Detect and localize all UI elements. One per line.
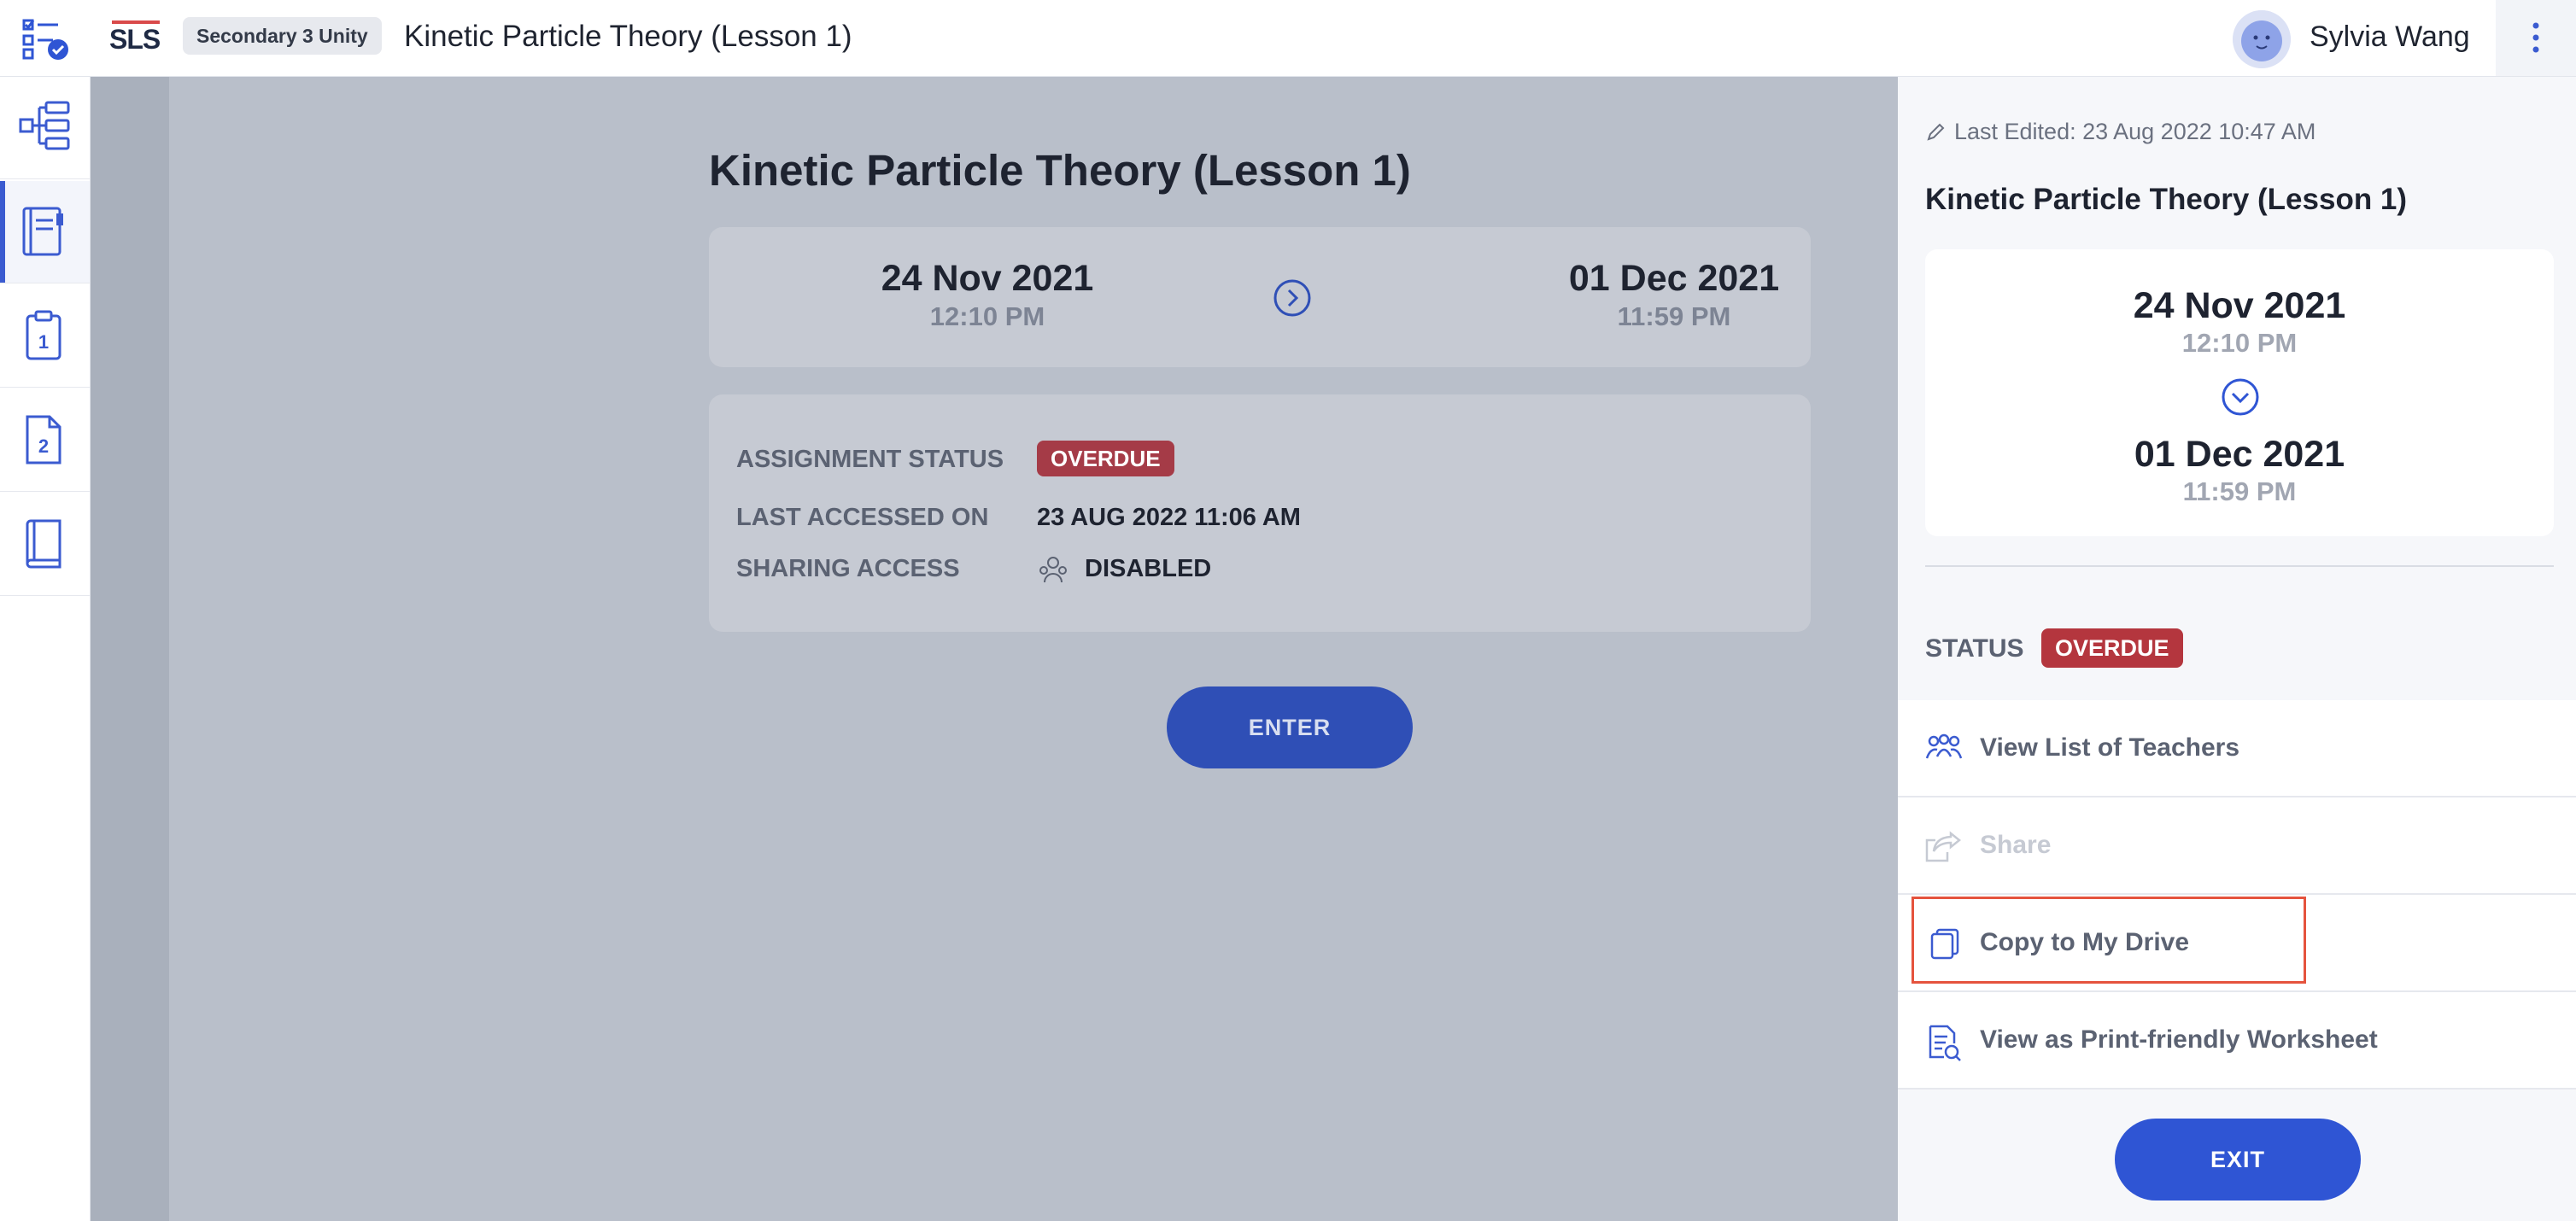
sharing-people-icon	[1039, 557, 1067, 583]
more-menu-button[interactable]	[2496, 0, 2576, 76]
details-panel: Last Edited: 23 Aug 2022 10:47 AM Kineti…	[1898, 77, 2576, 1221]
enter-button[interactable]: ENTER	[1167, 686, 1413, 768]
copy-icon	[1930, 928, 1959, 960]
start-time: 12:10 PM	[929, 301, 1045, 331]
menu-label: View as Print-friendly Worksheet	[1980, 1025, 2378, 1054]
sharing-access-label: SHARING ACCESS	[736, 555, 960, 582]
left-rail: 1 2	[0, 77, 91, 1221]
menu-item-print-worksheet[interactable]: View as Print-friendly Worksheet	[1898, 992, 2576, 1090]
teachers-icon	[1925, 733, 1963, 759]
menu-label: Share	[1980, 831, 2052, 859]
panel-start-date: 24 Nov 2021	[2133, 285, 2346, 326]
menu-item-share[interactable]: Share	[1898, 797, 2576, 895]
lesson-heading: Kinetic Particle Theory (Lesson 1)	[709, 146, 1411, 195]
rail-item-book[interactable]	[0, 494, 90, 596]
rail-item-notebook[interactable]	[0, 181, 90, 283]
arrow-down-circle-icon	[2222, 378, 2259, 416]
document-2-icon: 2	[26, 415, 61, 464]
panel-start-block: 24 Nov 2021 12:10 PM	[1925, 283, 2554, 359]
panel-status-badge: OVERDUE	[2041, 628, 2183, 668]
top-bar: SLS Secondary 3 Unity Kinetic Particle T…	[0, 0, 2576, 77]
menu-label: View List of Teachers	[1980, 733, 2239, 762]
page-title: Kinetic Particle Theory (Lesson 1)	[404, 20, 852, 53]
logo-text: SLS	[109, 24, 161, 55]
menu-item-view-teachers[interactable]: View List of Teachers	[1898, 700, 2576, 797]
lesson-map-icon	[19, 101, 70, 150]
assignment-status-label: ASSIGNMENT STATUS	[736, 446, 1004, 473]
menu-item-copy-to-drive[interactable]: Copy to My Drive	[1898, 895, 2576, 992]
avatar[interactable]	[2233, 10, 2291, 68]
divider	[1925, 565, 2554, 567]
end-time: 11:59 PM	[1617, 301, 1731, 331]
panel-status-label: STATUS	[1925, 634, 2024, 663]
more-vertical-icon	[2532, 22, 2539, 53]
panel-end-time: 11:59 PM	[2182, 476, 2297, 506]
panel-menu: View List of Teachers Share Copy to My D…	[1898, 700, 2576, 1090]
dim-strip	[91, 77, 169, 1221]
notebook-icon	[22, 207, 63, 256]
panel-end-date: 01 Dec 2021	[2134, 434, 2345, 475]
end-date: 01 Dec 2021	[1568, 258, 1780, 299]
last-accessed-label: LAST ACCESSED ON	[736, 504, 989, 531]
panel-end-block: 01 Dec 2021 11:59 PM	[1925, 432, 2554, 507]
date-range-card: 24 Nov 2021 12:10 PM 01 Dec 2021 11:59 P…	[709, 227, 1811, 367]
rail-item-activity-2[interactable]: 2	[0, 389, 90, 492]
sls-logo[interactable]: SLS	[109, 19, 164, 55]
last-accessed-value: 23 AUG 2022 11:06 AM	[1037, 504, 1301, 531]
assignment-info-card: ASSIGNMENT STATUS OVERDUE LAST ACCESSED …	[709, 394, 1811, 632]
clipboard-1-icon: 1	[26, 310, 61, 360]
panel-start-time: 12:10 PM	[2181, 328, 2298, 358]
share-icon	[1925, 831, 1962, 862]
main-content: Kinetic Particle Theory (Lesson 1) 24 No…	[91, 77, 1898, 1221]
book-icon	[26, 519, 61, 569]
rail-item-lesson-map[interactable]	[0, 77, 90, 179]
user-name[interactable]: Sylvia Wang	[2310, 17, 2470, 56]
class-chip: Secondary 3 Unity	[183, 17, 382, 55]
last-edited-text: Last Edited: 23 Aug 2022 10:47 AM	[1954, 119, 2316, 144]
panel-date-card: 24 Nov 2021 12:10 PM 01 Dec 2021 11:59 P…	[1925, 249, 2554, 536]
rail-item-activity-1[interactable]: 1	[0, 285, 90, 388]
start-date: 24 Nov 2021	[881, 258, 1094, 299]
worksheet-icon	[1929, 1025, 1961, 1061]
exit-button[interactable]: EXIT	[2115, 1119, 2361, 1201]
svg-text:2: 2	[38, 435, 49, 457]
menu-label: Copy to My Drive	[1980, 928, 2190, 956]
end-date-block: 01 Dec 2021 11:59 PM	[1520, 256, 1828, 333]
sharing-access-value: DISABLED	[1085, 555, 1212, 582]
pencil-icon	[1927, 123, 1945, 141]
svg-text:1: 1	[38, 331, 49, 353]
panel-title: Kinetic Particle Theory (Lesson 1)	[1925, 183, 2408, 216]
status-badge: OVERDUE	[1037, 441, 1174, 476]
task-list-icon[interactable]	[19, 17, 72, 61]
last-edited: Last Edited: 23 Aug 2022 10:47 AM	[1925, 116, 2315, 147]
arrow-right-circle-icon	[1273, 279, 1311, 317]
start-date-block: 24 Nov 2021 12:10 PM	[834, 256, 1141, 333]
